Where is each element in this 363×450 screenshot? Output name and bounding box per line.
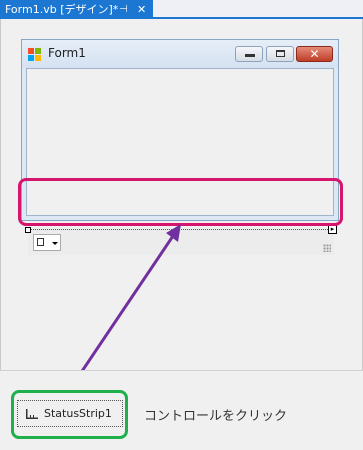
instruction-text: コントロールをクリック <box>144 409 288 424</box>
tray-item-highlight <box>11 390 128 439</box>
